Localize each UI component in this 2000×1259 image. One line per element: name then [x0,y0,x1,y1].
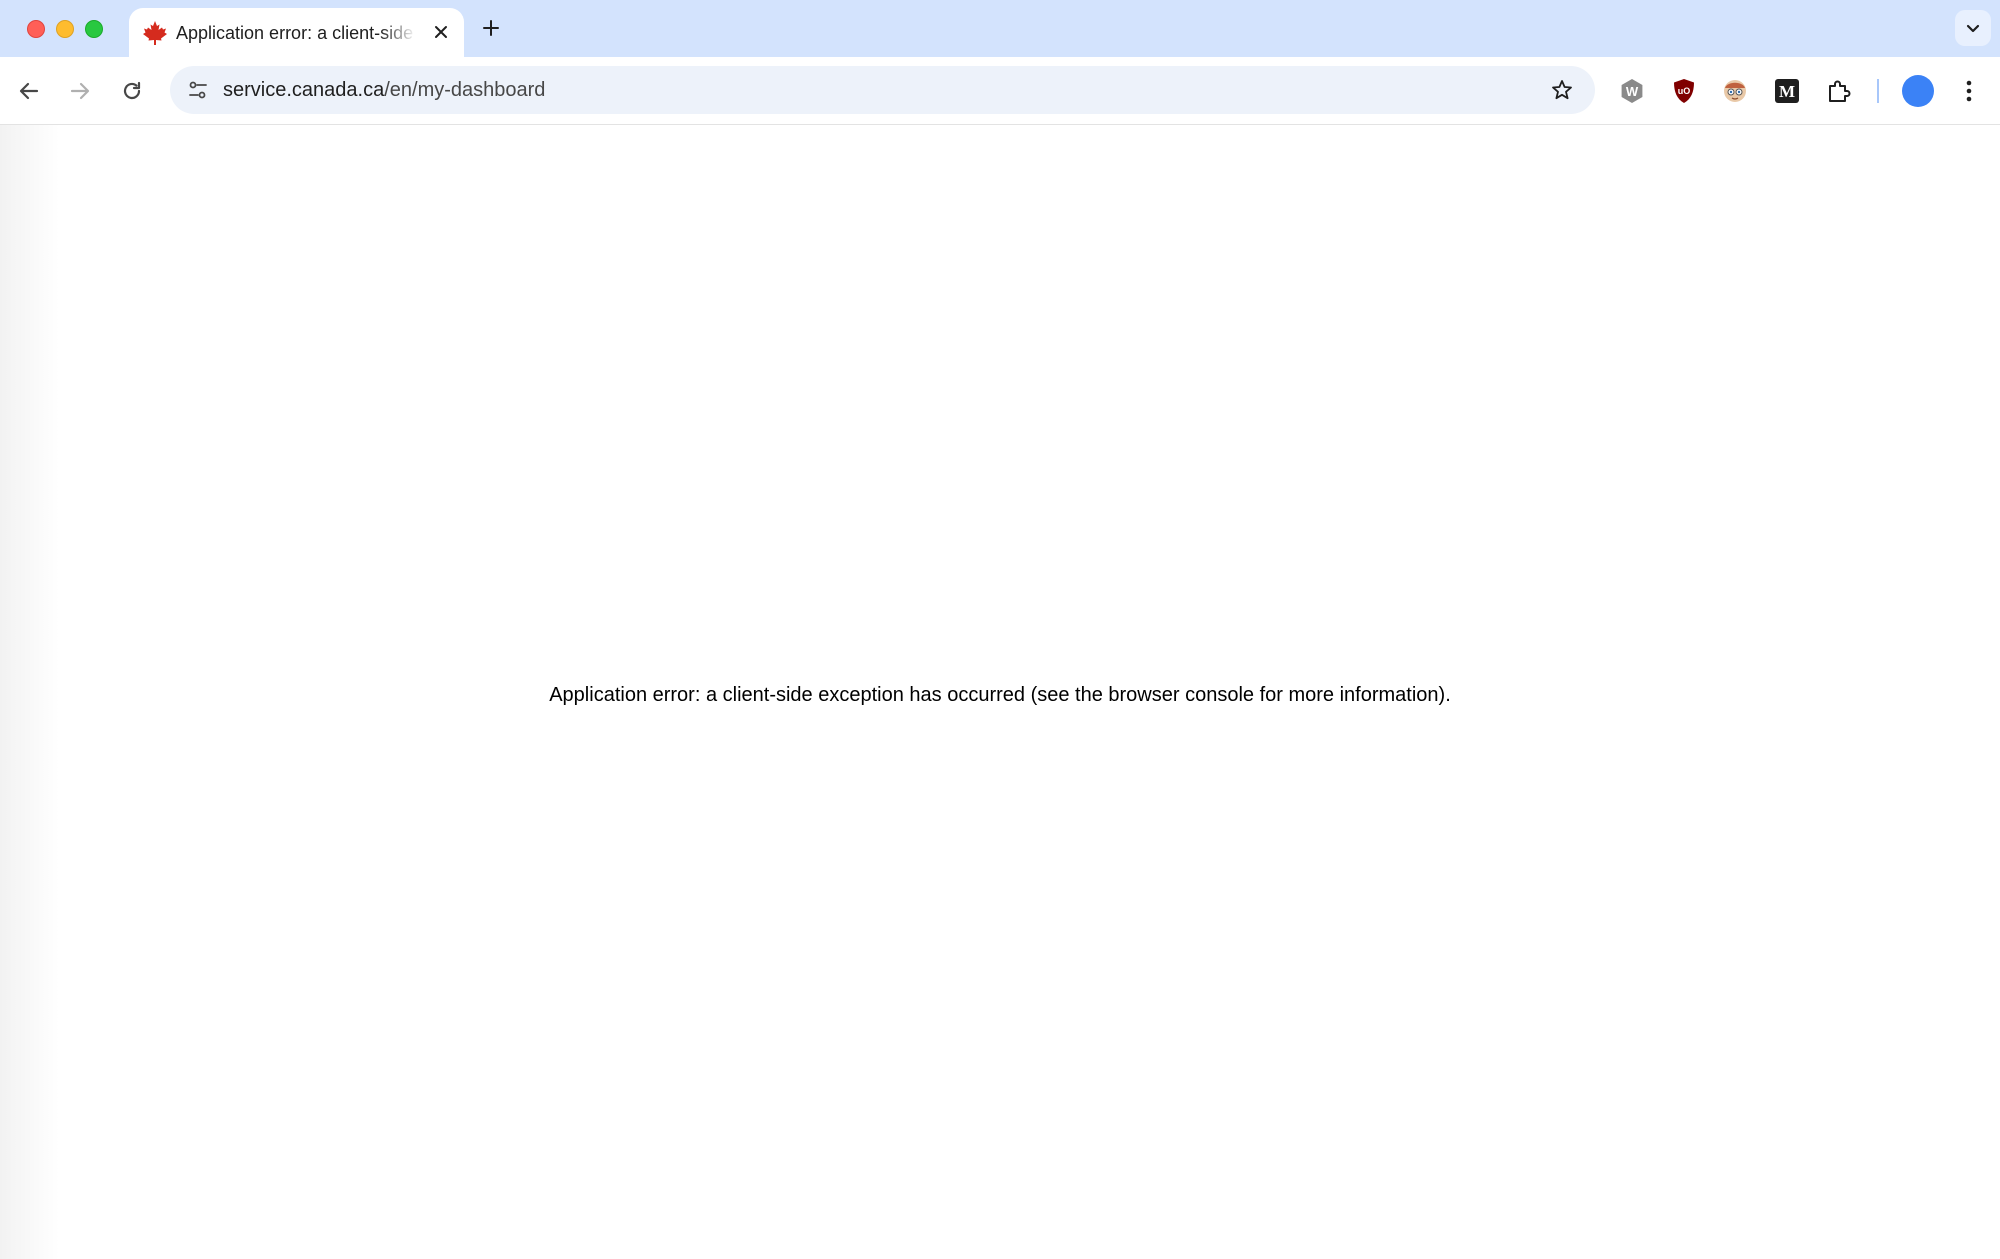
plus-icon [483,20,499,36]
medium-extension-icon[interactable]: M [1770,74,1804,108]
url-text[interactable]: service.canada.ca/en/my-dashboard [223,76,545,104]
close-icon [435,26,447,38]
reload-button[interactable] [114,73,150,109]
reload-icon [123,81,141,100]
maple-leaf-icon [141,19,169,47]
url-path: /en/my-dashboard [384,79,546,101]
error-message: Application error: a client-side excepti… [549,684,1451,706]
svg-text:W: W [1626,84,1639,99]
arrow-left-icon [19,82,39,100]
bookmark-button[interactable] [1548,76,1576,104]
w-extension-icon[interactable]: W [1615,74,1649,108]
extensions-puzzle-icon[interactable] [1821,74,1855,108]
url-host: service.canada.ca [223,79,385,101]
new-tab-button[interactable] [477,14,505,42]
star-icon [1552,80,1572,100]
browser-menu-button[interactable] [1953,73,1985,109]
tab-title: Application error: a client-side excepti… [176,23,416,43]
profile-avatar[interactable] [1902,75,1934,107]
forward-button[interactable] [62,73,98,109]
ublock-origin-icon[interactable]: uO [1667,74,1701,108]
minimize-window-button[interactable] [56,20,74,38]
toolbar-divider [1877,79,1879,103]
active-tab[interactable]: Application error: a client-side excepti… [129,8,464,57]
site-settings-button[interactable] [182,74,214,106]
kebab-menu-icon [1966,80,1972,102]
close-window-button[interactable] [27,20,45,38]
character-extension-icon[interactable] [1718,74,1752,108]
svg-text:M: M [1779,82,1795,101]
back-button[interactable] [11,73,47,109]
tab-search-button[interactable] [1955,10,1991,46]
address-bar[interactable]: service.canada.ca/en/my-dashboard [170,66,1595,114]
page-content: Application error: a client-side excepti… [0,125,2000,1259]
tune-icon [189,81,207,99]
browser-toolbar: service.canada.ca/en/my-dashboard W uO M [0,57,2000,125]
arrow-right-icon [70,82,90,100]
svg-text:uO: uO [1678,86,1691,96]
fullscreen-window-button[interactable] [85,20,103,38]
tab-strip: Application error: a client-side excepti… [0,0,2000,57]
chevron-down-icon [1966,24,1980,33]
close-tab-button[interactable] [428,19,454,45]
